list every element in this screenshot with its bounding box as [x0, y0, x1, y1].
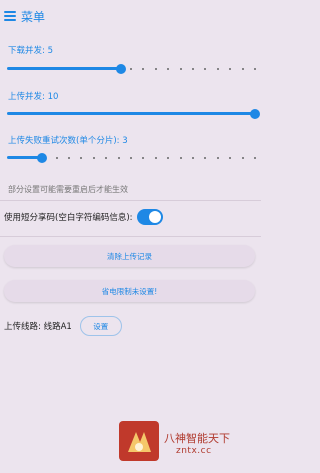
power-limit-button[interactable]: 省电限制未设置!	[4, 280, 255, 302]
upload-route-label: 上传线路: 线路A1	[4, 322, 72, 332]
clear-upload-button[interactable]: 清除上传记录	[4, 245, 255, 267]
divider	[0, 236, 261, 237]
slider-tick	[80, 157, 83, 159]
watermark-brand: 八神智能天下	[164, 432, 230, 445]
upload-concurrency-label: 上传并发: 10	[8, 92, 59, 102]
slider-thumb[interactable]	[250, 109, 260, 119]
slider-fill	[7, 67, 122, 70]
slider-fill	[7, 112, 255, 115]
slider-thumb[interactable]	[116, 64, 127, 74]
watermark-site: zntx.cc	[176, 446, 212, 456]
slider-tick	[130, 68, 132, 70]
slider-tick	[216, 157, 219, 159]
slider-tick	[130, 157, 132, 159]
slider-tick	[179, 157, 182, 159]
slider-tick	[105, 157, 108, 159]
retry-count-label: 上传失败重试次数(单个分片): 3	[8, 136, 128, 146]
slider-tick	[167, 68, 170, 70]
slider-thumb[interactable]	[36, 153, 47, 163]
slider-tick	[216, 68, 219, 70]
slider-tick	[204, 68, 207, 70]
slider-tick	[92, 157, 95, 159]
page-title: 菜单	[21, 9, 46, 24]
upload-route-row: 上传线路: 线路A1 设置	[4, 316, 122, 336]
slider-tick	[142, 68, 145, 70]
slider-tick	[254, 157, 256, 159]
header: 菜单	[4, 4, 45, 28]
slider-tick	[117, 157, 120, 159]
slider-tick	[229, 68, 232, 70]
restart-note: 部分设置可能需要重启后才能生效	[8, 185, 128, 194]
menu-icon[interactable]	[4, 10, 16, 22]
slider-tick	[179, 68, 182, 70]
upload-concurrency-slider[interactable]	[7, 107, 260, 121]
retry-count-slider[interactable]	[7, 151, 256, 165]
slider-tick	[55, 157, 58, 159]
slider-tick	[192, 157, 194, 159]
slider-tick	[154, 68, 157, 70]
short-share-row: 使用短分享码(空白字符编码信息):	[4, 209, 163, 225]
slider-tick	[68, 157, 70, 159]
slider-tick	[154, 157, 157, 159]
slider-tick	[142, 157, 145, 159]
short-share-label: 使用短分享码(空白字符编码信息):	[4, 213, 133, 223]
slider-tick	[204, 157, 207, 159]
download-concurrency-slider[interactable]	[7, 62, 256, 76]
download-concurrency-label: 下载并发: 5	[8, 46, 53, 56]
slider-tick	[241, 157, 244, 159]
slider-tick	[241, 68, 244, 70]
divider	[0, 200, 261, 201]
slider-tick	[192, 68, 194, 70]
route-settings-button[interactable]: 设置	[79, 316, 122, 336]
slider-tick	[167, 157, 170, 159]
toggle-knob	[148, 211, 161, 223]
slider-tick	[254, 68, 256, 70]
brand-logo-icon	[119, 421, 159, 461]
slider-tick	[229, 157, 232, 159]
short-share-toggle[interactable]	[136, 209, 163, 225]
